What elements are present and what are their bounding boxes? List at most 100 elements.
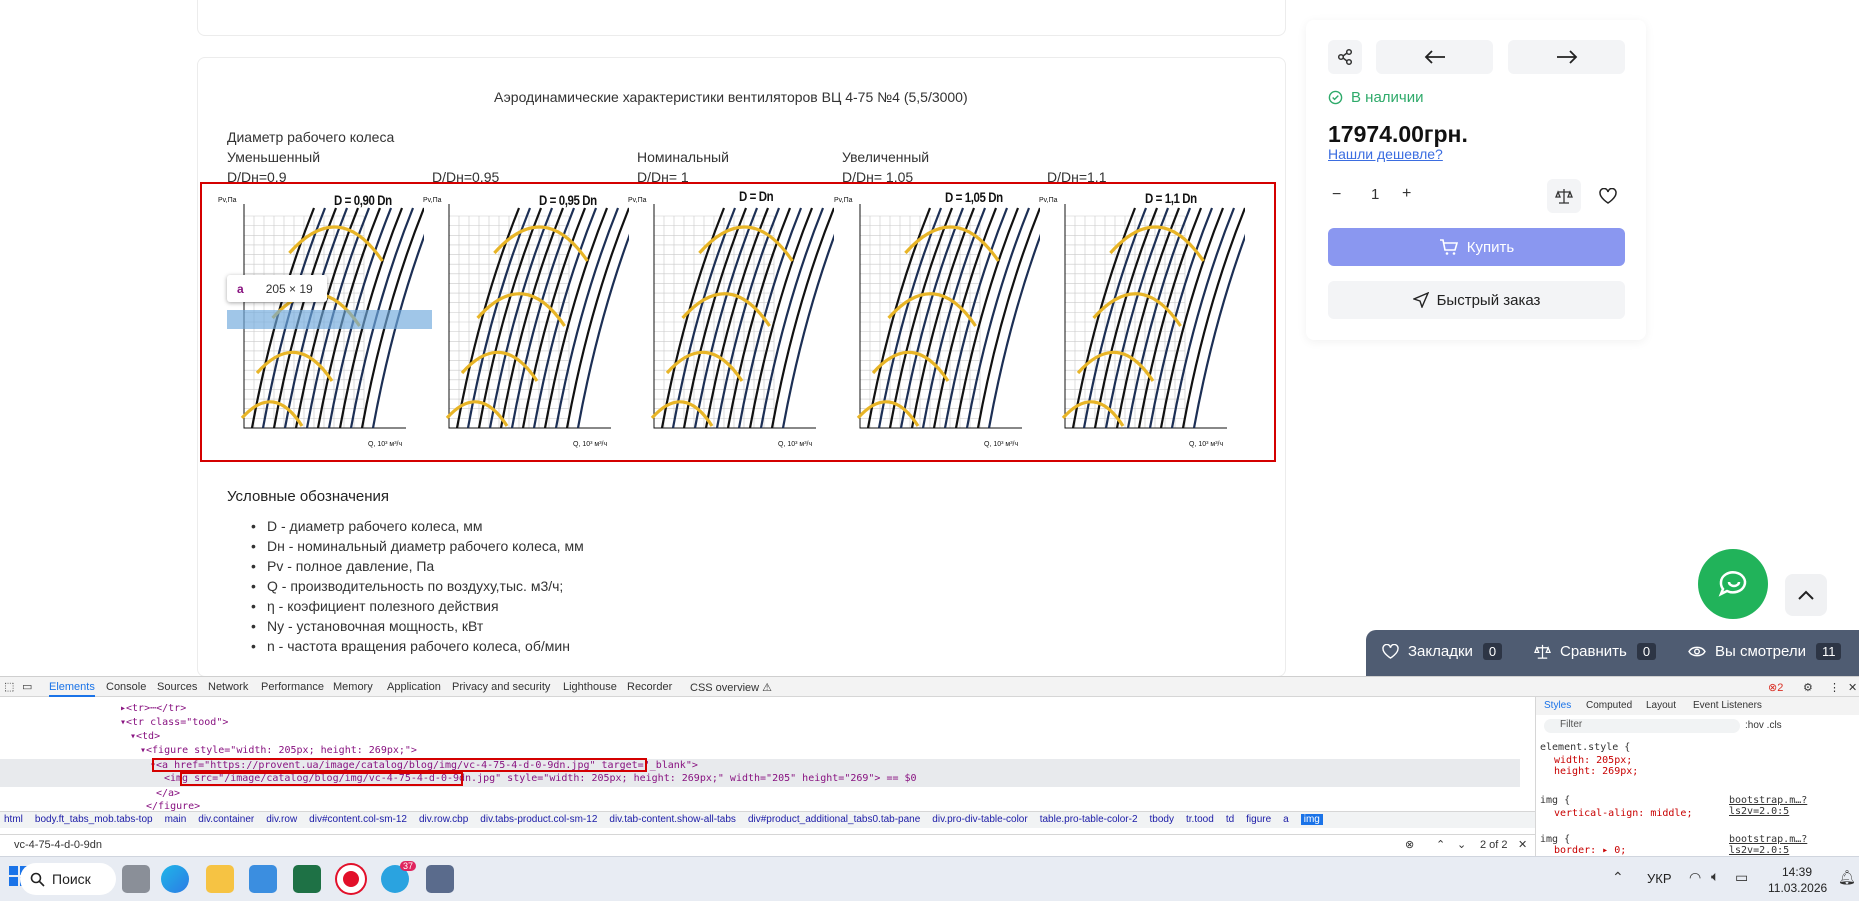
- dom-line-3[interactable]: ▾<figure style="width: 205px; height: 26…: [140, 745, 417, 756]
- opera-icon[interactable]: [337, 865, 365, 893]
- next-product-button[interactable]: [1508, 40, 1625, 74]
- tray-chevron-icon[interactable]: ⌃: [1612, 869, 1624, 886]
- chart-d105[interactable]: Pv,Па Q, 10³ м³/ч D = 1,05 Dn: [830, 186, 1040, 464]
- chart-d095[interactable]: Pv,Па Q, 10³ м³/ч D = 0,95 Dn: [419, 186, 629, 464]
- breadcrumb-item[interactable]: tbody: [1150, 814, 1174, 825]
- scroll-top-button[interactable]: [1785, 574, 1827, 616]
- notepad-icon[interactable]: [249, 865, 277, 893]
- clock-time[interactable]: 14:39: [1782, 865, 1812, 879]
- cheaper-link[interactable]: Нашли дешевле?: [1328, 146, 1443, 162]
- wifi-icon[interactable]: ◠: [1689, 869, 1701, 886]
- rule-1-prop-0[interactable]: vertical-align: middle;: [1554, 808, 1692, 819]
- remote-desktop-icon[interactable]: [426, 865, 454, 893]
- task-view-icon[interactable]: [122, 865, 150, 893]
- dom-line-1[interactable]: ▾<tr class="tood">: [120, 717, 228, 728]
- breadcrumb-item[interactable]: a: [1283, 814, 1289, 825]
- language-indicator[interactable]: УКР: [1647, 871, 1672, 886]
- tab-memory[interactable]: Memory: [333, 681, 373, 693]
- breadcrumb-item[interactable]: div.row.cbp: [419, 814, 468, 825]
- compare-button[interactable]: [1547, 179, 1581, 213]
- tab-privacy[interactable]: Privacy and security: [452, 681, 550, 693]
- edge-icon[interactable]: [161, 865, 189, 893]
- qty-minus-button[interactable]: −: [1332, 186, 1341, 204]
- characteristic-curve: [781, 233, 834, 429]
- error-badge[interactable]: ⊗2: [1768, 681, 1783, 694]
- breadcrumb-item[interactable]: div.row: [266, 814, 297, 825]
- rule-2-source[interactable]: bootstrap.m…?ls2v=2.0:5: [1729, 834, 1859, 856]
- dom-line-0[interactable]: ▸<tr>⋯</tr>: [120, 703, 186, 714]
- breadcrumb-item[interactable]: td: [1226, 814, 1234, 825]
- rule-0-prop-1[interactable]: height: 269px;: [1554, 766, 1638, 777]
- taskbar-search[interactable]: Поиск: [20, 863, 116, 895]
- rule-0-prop-0[interactable]: width: 205px;: [1554, 755, 1632, 766]
- rule-1-source[interactable]: bootstrap.m…?ls2v=2.0:5: [1729, 795, 1859, 817]
- search-prev-icon[interactable]: ⌃: [1436, 838, 1445, 851]
- tab-event-listeners[interactable]: Event Listeners: [1693, 700, 1762, 711]
- notification-icon[interactable]: 🔔︎: [1838, 869, 1856, 886]
- y-axis-label: Pv,Па: [1039, 197, 1058, 204]
- tab-layout[interactable]: Layout: [1646, 700, 1676, 711]
- breadcrumb-item[interactable]: img: [1300, 814, 1323, 825]
- tab-network[interactable]: Network: [208, 681, 248, 693]
- close-icon[interactable]: ✕: [1848, 681, 1857, 694]
- y-axis-label: Pv,Па: [218, 197, 237, 204]
- styles-filter[interactable]: Filter: [1544, 719, 1740, 733]
- breadcrumb-item[interactable]: figure: [1246, 814, 1271, 825]
- tab-application[interactable]: Application: [387, 681, 441, 693]
- breadcrumb-item[interactable]: div#content.col-sm-12: [309, 814, 407, 825]
- breadcrumb-item[interactable]: div.tabs-product.col-sm-12: [480, 814, 597, 825]
- clear-search-icon[interactable]: ⊗: [1405, 838, 1414, 851]
- buy-button[interactable]: Купить: [1328, 228, 1625, 266]
- settings-icon[interactable]: ⚙: [1803, 681, 1813, 694]
- quantity-input[interactable]: 1: [1371, 186, 1379, 203]
- characteristic-curve: [715, 207, 781, 429]
- close-search-icon[interactable]: ✕: [1518, 838, 1527, 851]
- characteristic-curve: [954, 207, 1020, 429]
- more-icon[interactable]: ⋮: [1829, 681, 1840, 694]
- breadcrumb-item[interactable]: main: [165, 814, 187, 825]
- breadcrumb-item[interactable]: div.container: [198, 814, 254, 825]
- battery-icon[interactable]: ▭: [1735, 869, 1748, 886]
- qty-plus-button[interactable]: +: [1402, 185, 1411, 203]
- bookmarks-link[interactable]: Закладки 0: [1382, 643, 1503, 660]
- quick-order-button[interactable]: Быстрый заказ: [1328, 281, 1625, 319]
- breadcrumb-item[interactable]: div.pro-div-table-color: [932, 814, 1027, 825]
- search-input[interactable]: vc-4-75-4-d-0-9dn: [14, 839, 102, 851]
- breadcrumb-item[interactable]: body.ft_tabs_mob.tabs-top: [35, 814, 153, 825]
- tab-console[interactable]: Console: [106, 681, 146, 693]
- tab-lighthouse[interactable]: Lighthouse: [563, 681, 617, 693]
- dom-line-2[interactable]: ▾<td>: [130, 731, 160, 742]
- tab-css-overview[interactable]: CSS overview ⚠: [690, 681, 772, 694]
- breadcrumb-item[interactable]: div.tab-content.show-all-tabs: [609, 814, 736, 825]
- tab-elements[interactable]: Elements: [49, 681, 95, 697]
- tab-sources[interactable]: Sources: [157, 681, 197, 693]
- share-button[interactable]: [1328, 40, 1362, 74]
- breadcrumb-item[interactable]: html: [4, 814, 23, 825]
- hov-cls-toggles[interactable]: :hov .cls: [1745, 720, 1782, 731]
- search-next-icon[interactable]: ⌄: [1457, 838, 1466, 851]
- inspect-icon[interactable]: ⬚: [4, 680, 14, 693]
- wishlist-button[interactable]: [1591, 179, 1625, 213]
- clock-date[interactable]: 11.03.2026: [1768, 881, 1827, 895]
- viewed-link[interactable]: Вы смотрели 11: [1688, 643, 1842, 660]
- tab-computed[interactable]: Computed: [1586, 700, 1632, 711]
- inspect-highlight: [227, 310, 432, 329]
- device-icon[interactable]: ▭: [22, 680, 32, 693]
- file-explorer-icon[interactable]: [206, 865, 234, 893]
- prev-product-button[interactable]: [1376, 40, 1493, 74]
- bookmarks-count: 0: [1482, 643, 1503, 660]
- dom-line-6[interactable]: </a>: [156, 788, 180, 799]
- breadcrumb-item[interactable]: tr.tood: [1186, 814, 1214, 825]
- tab-recorder[interactable]: Recorder: [627, 681, 672, 693]
- breadcrumb-item[interactable]: table.pro-table-color-2: [1040, 814, 1138, 825]
- compare-link[interactable]: Сравнить 0: [1534, 643, 1657, 660]
- rule-2-prop-0[interactable]: border: ▸ 0;: [1554, 845, 1626, 856]
- breadcrumb-item[interactable]: div#product_additional_tabs0.tab-pane: [748, 814, 920, 825]
- tab-performance[interactable]: Performance: [261, 681, 324, 693]
- volume-icon[interactable]: 🔈︎: [1711, 868, 1719, 885]
- chat-button[interactable]: [1698, 549, 1768, 619]
- tab-styles[interactable]: Styles: [1544, 700, 1571, 711]
- chart-d110[interactable]: Pv,Па Q, 10³ м³/ч D = 1,1 Dn: [1035, 186, 1245, 464]
- chart-dn[interactable]: Pv,Па Q, 10³ м³/ч D = Dn: [624, 186, 834, 464]
- excel-icon[interactable]: [293, 865, 321, 893]
